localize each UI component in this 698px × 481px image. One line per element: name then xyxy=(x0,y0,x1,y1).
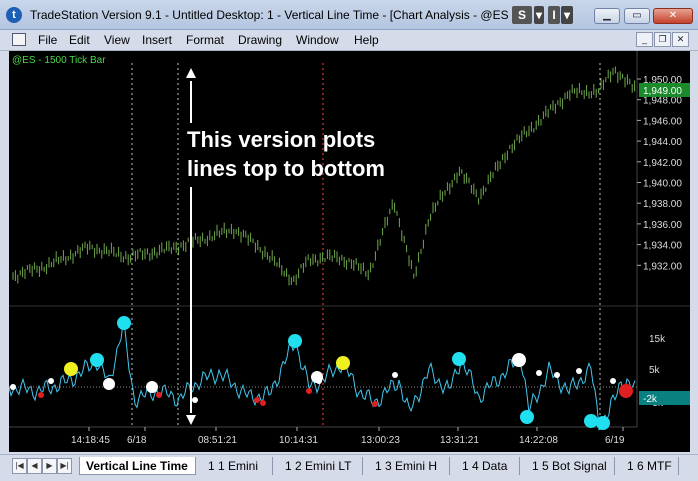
tab-scroll-last-icon[interactable]: ▶| xyxy=(57,458,72,474)
chart-window-icon[interactable] xyxy=(12,33,26,46)
indicator-dot xyxy=(64,362,78,376)
tab-scroll-prev-icon[interactable]: ◀ xyxy=(27,458,42,474)
indicator-dot xyxy=(536,370,542,376)
indicator-dot xyxy=(288,334,302,348)
arrow-down-icon xyxy=(186,415,196,425)
tab-scroll-first-icon[interactable]: |◀ xyxy=(12,458,27,474)
maximize-button[interactable]: ▭ xyxy=(624,8,650,24)
menu-insert[interactable]: Insert xyxy=(142,33,172,47)
indicator-dot xyxy=(520,410,534,424)
menu-edit[interactable]: Edit xyxy=(69,33,90,47)
indicator-dot xyxy=(554,372,560,378)
indicator-dot xyxy=(117,316,131,330)
indicator-dot xyxy=(392,372,398,378)
menu-window[interactable]: Window xyxy=(296,33,339,47)
vertical-lines xyxy=(131,63,601,427)
indicator-dot xyxy=(619,384,633,398)
last-price-value: 1,949.00 xyxy=(643,86,682,97)
annotation-line-2: lines top to bottom xyxy=(187,156,385,181)
indicator-dot xyxy=(48,378,54,384)
price-axis-label: 1,946.00 xyxy=(643,116,682,127)
indicator-axis-label: 5k xyxy=(649,365,661,376)
indicator-last-value: -2k xyxy=(643,394,658,405)
menu-view[interactable]: View xyxy=(104,33,130,47)
title-bar: t TradeStation Version 9.1 - Untitled De… xyxy=(0,0,698,30)
symbol-label: @ES - 1500 Tick Bar xyxy=(12,55,106,66)
indicator-dot xyxy=(146,381,158,393)
indicator-dot xyxy=(596,416,610,430)
tab-emini[interactable]: 1 1 Emini xyxy=(202,457,273,475)
workspace-tab-bar: |◀ ◀ ▶ ▶| Vertical Line Time 1 1 Emini 1… xyxy=(0,454,698,481)
indicator-dot xyxy=(316,378,322,384)
indicator-dots xyxy=(10,316,633,430)
indicator-dot xyxy=(38,392,44,398)
price-axis: 1,950.001,948.001,946.001,944.001,942.00… xyxy=(637,75,682,272)
indicator-dot xyxy=(192,397,198,403)
mdi-minimize-button[interactable]: _ xyxy=(636,32,653,47)
price-axis-label: 1,948.00 xyxy=(643,96,682,107)
price-axis-label: 1,936.00 xyxy=(643,220,682,231)
tab-emini-h[interactable]: 1 3 Emini H xyxy=(369,457,450,475)
time-axis-label: 13:00:23 xyxy=(361,435,400,446)
chart-svg[interactable]: @ES - 1500 Tick Bar This version plots l… xyxy=(8,51,690,452)
indicator-dot xyxy=(576,368,582,374)
indicator-dot xyxy=(254,397,260,403)
style-i-button[interactable]: I xyxy=(548,6,560,24)
badge-dropdown-icon[interactable]: ▾ xyxy=(534,6,544,24)
indicator-dot xyxy=(584,414,598,428)
price-axis-label: 1,940.00 xyxy=(643,179,682,190)
menu-format[interactable]: Format xyxy=(186,33,224,47)
price-axis-label: 1,942.00 xyxy=(643,158,682,169)
tab-mtf[interactable]: 1 6 MTF xyxy=(621,457,679,475)
tradestation-logo-icon: t xyxy=(6,7,22,23)
time-axis-label: 14:22:08 xyxy=(519,435,558,446)
tab-bot-signal[interactable]: 1 5 Bot Signal xyxy=(526,457,615,475)
mdi-close-button[interactable]: ✕ xyxy=(672,32,689,47)
time-axis-label: 13:31:21 xyxy=(440,435,479,446)
indicator-dot xyxy=(336,356,350,370)
arrow-up-icon xyxy=(186,68,196,78)
time-axis-label: 6/19 xyxy=(605,435,625,446)
indicator-dot xyxy=(306,388,312,394)
tab-vertical-line-time[interactable]: Vertical Line Time xyxy=(79,457,196,475)
tab-data[interactable]: 1 4 Data xyxy=(456,457,520,475)
menu-help[interactable]: Help xyxy=(354,33,379,47)
indicator-dot xyxy=(103,378,115,390)
indicator-dot xyxy=(90,353,104,367)
indicator-dot xyxy=(372,401,378,407)
badge-dropdown-icon-2[interactable]: ▾ xyxy=(561,6,573,24)
indicator-dot xyxy=(10,384,16,390)
indicator-dot xyxy=(610,378,616,384)
time-axis-label: 14:18:45 xyxy=(71,435,110,446)
close-button[interactable]: ✕ xyxy=(653,8,693,24)
time-axis: 14:18:45 6/18 08:51:21 10:14:31 13:00:23 13:3… xyxy=(71,427,625,446)
chart-analysis-window[interactable]: @ES - 1500 Tick Bar This version plots l… xyxy=(8,51,690,452)
window-title: TradeStation Version 9.1 - Untitled Desk… xyxy=(30,8,510,22)
price-axis-label: 1,934.00 xyxy=(643,241,682,252)
time-axis-label: 08:51:21 xyxy=(198,435,237,446)
tab-scroll-next-icon[interactable]: ▶ xyxy=(42,458,57,474)
time-axis-label: 10:14:31 xyxy=(279,435,318,446)
indicator-dot xyxy=(512,353,526,367)
style-s-button[interactable]: S xyxy=(512,6,532,24)
indicator-axis-label: 15k xyxy=(649,334,666,345)
mdi-restore-button[interactable]: ❐ xyxy=(654,32,671,47)
time-axis-label: 6/18 xyxy=(127,435,147,446)
tab-emini-lt[interactable]: 1 2 Emini LT xyxy=(279,457,363,475)
indicator-dot xyxy=(260,400,266,406)
indicator-dot xyxy=(156,392,162,398)
indicator-dot xyxy=(452,352,466,366)
menu-drawing[interactable]: Drawing xyxy=(238,33,282,47)
menu-file[interactable]: File xyxy=(38,33,57,47)
menu-bar: File Edit View Insert Format Drawing Win… xyxy=(0,30,698,51)
minimize-button[interactable]: ▁ xyxy=(594,8,620,24)
price-axis-label: 1,932.00 xyxy=(643,261,682,272)
price-axis-label: 1,938.00 xyxy=(643,199,682,210)
annotation-line-1: This version plots xyxy=(187,127,375,152)
price-axis-label: 1,944.00 xyxy=(643,137,682,148)
